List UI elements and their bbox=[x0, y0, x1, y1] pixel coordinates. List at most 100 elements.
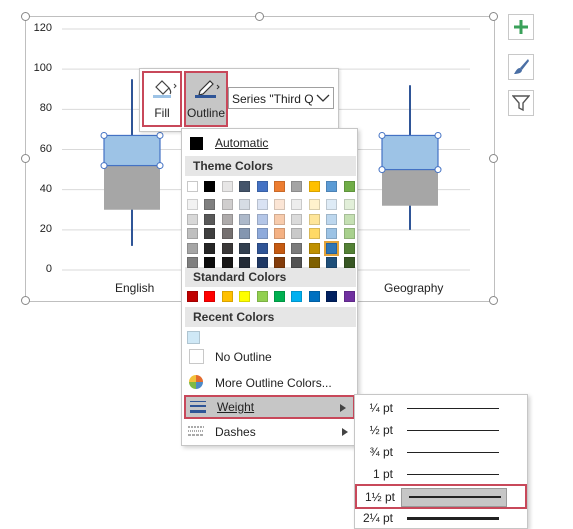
theme-color-swatch[interactable] bbox=[256, 228, 268, 239]
standard-color-swatch[interactable] bbox=[291, 291, 303, 302]
theme-color-swatch[interactable] bbox=[274, 181, 285, 192]
theme-color-swatch[interactable] bbox=[221, 242, 233, 254]
recent-color-swatch[interactable] bbox=[187, 331, 200, 344]
theme-color-swatch[interactable] bbox=[204, 213, 216, 225]
resize-handle-left[interactable] bbox=[21, 154, 30, 163]
theme-color-swatch[interactable] bbox=[326, 257, 338, 268]
theme-color-swatch[interactable] bbox=[343, 257, 355, 268]
box-upper-quartile bbox=[103, 134, 161, 167]
theme-color-swatch[interactable] bbox=[256, 199, 268, 210]
theme-color-swatch[interactable] bbox=[291, 257, 303, 268]
no-outline-icon bbox=[189, 349, 204, 364]
theme-color-swatch[interactable] bbox=[291, 242, 303, 254]
theme-color-swatch[interactable] bbox=[326, 199, 338, 210]
standard-color-swatch[interactable] bbox=[308, 291, 320, 302]
weight-option-selected[interactable]: 1½ pt bbox=[355, 484, 527, 509]
theme-color-swatch[interactable] bbox=[326, 213, 338, 225]
theme-color-swatch[interactable] bbox=[204, 199, 216, 210]
theme-color-swatch[interactable] bbox=[343, 228, 355, 239]
theme-color-swatch[interactable] bbox=[308, 213, 320, 225]
menu-item-more-outline-colors[interactable]: More Outline Colors... bbox=[182, 372, 357, 394]
theme-color-swatch[interactable] bbox=[239, 199, 251, 210]
standard-color-swatch[interactable] bbox=[274, 291, 285, 302]
standard-color-swatch[interactable] bbox=[204, 291, 216, 302]
standard-color-swatch[interactable] bbox=[239, 291, 251, 302]
theme-color-swatch[interactable] bbox=[291, 199, 303, 210]
theme-color-swatch[interactable] bbox=[221, 181, 233, 192]
resize-handle-top-right[interactable] bbox=[489, 12, 498, 21]
recent-colors-title: Recent Colors bbox=[193, 310, 275, 324]
chart-filters-button[interactable] bbox=[508, 90, 534, 116]
theme-color-swatch[interactable] bbox=[239, 242, 251, 254]
theme-color-swatch[interactable] bbox=[204, 181, 216, 192]
theme-color-swatch[interactable] bbox=[204, 242, 216, 254]
theme-color-swatch[interactable] bbox=[343, 242, 355, 254]
theme-color-swatch[interactable] bbox=[256, 213, 268, 225]
series-select[interactable]: Series "Third Q bbox=[228, 87, 334, 109]
resize-handle-right[interactable] bbox=[489, 154, 498, 163]
theme-color-swatch[interactable] bbox=[308, 181, 320, 192]
theme-color-swatch[interactable] bbox=[187, 199, 198, 210]
theme-color-swatch[interactable] bbox=[291, 213, 303, 225]
theme-color-swatch[interactable] bbox=[239, 257, 251, 268]
theme-color-swatch[interactable] bbox=[204, 228, 216, 239]
theme-color-swatch[interactable] bbox=[274, 213, 285, 225]
theme-color-swatch[interactable] bbox=[343, 213, 355, 225]
theme-color-swatch[interactable] bbox=[326, 181, 338, 192]
weight-option[interactable]: ¼ pt bbox=[355, 397, 527, 419]
menu-item-weight[interactable]: Weight bbox=[184, 395, 355, 419]
menu-item-no-outline[interactable]: No Outline bbox=[182, 346, 357, 368]
theme-color-swatch[interactable] bbox=[308, 228, 320, 239]
theme-color-swatch[interactable] bbox=[291, 181, 303, 192]
theme-color-swatch[interactable] bbox=[343, 199, 355, 210]
theme-color-swatch[interactable] bbox=[187, 242, 198, 254]
resize-handle-top-left[interactable] bbox=[21, 12, 30, 21]
theme-color-swatch[interactable] bbox=[326, 228, 338, 239]
fill-button[interactable]: Fill bbox=[142, 71, 182, 127]
theme-color-swatch[interactable] bbox=[221, 228, 233, 239]
theme-color-swatch[interactable] bbox=[274, 242, 285, 254]
standard-color-swatch[interactable] bbox=[343, 291, 355, 302]
theme-color-swatch[interactable] bbox=[239, 228, 251, 239]
theme-color-swatch[interactable] bbox=[256, 242, 268, 254]
theme-color-swatch[interactable] bbox=[274, 228, 285, 239]
standard-color-swatch[interactable] bbox=[326, 291, 338, 302]
standard-color-swatch[interactable] bbox=[256, 291, 268, 302]
theme-color-swatch[interactable] bbox=[221, 199, 233, 210]
theme-color-swatch[interactable] bbox=[291, 228, 303, 239]
menu-item-dashes[interactable]: Dashes bbox=[182, 421, 357, 443]
theme-color-swatch[interactable] bbox=[187, 213, 198, 225]
weight-option[interactable]: 1 pt bbox=[355, 463, 527, 485]
outline-label: Outline bbox=[186, 106, 226, 120]
theme-color-swatch[interactable] bbox=[308, 257, 320, 268]
theme-color-swatch[interactable] bbox=[308, 199, 320, 210]
resize-handle-bottom-right[interactable] bbox=[489, 296, 498, 305]
weight-option[interactable]: ¾ pt bbox=[355, 441, 527, 463]
outline-button[interactable]: Outline bbox=[184, 71, 228, 127]
selected-color-swatch[interactable] bbox=[324, 240, 340, 256]
theme-color-swatch[interactable] bbox=[343, 181, 355, 192]
theme-color-swatch[interactable] bbox=[187, 181, 198, 192]
theme-color-swatch[interactable] bbox=[308, 242, 320, 254]
theme-color-swatch[interactable] bbox=[256, 257, 268, 268]
theme-color-swatch[interactable] bbox=[221, 257, 233, 268]
resize-handle-bottom-left[interactable] bbox=[21, 296, 30, 305]
theme-color-swatch[interactable] bbox=[239, 213, 251, 225]
selection-point bbox=[434, 166, 442, 174]
theme-color-swatch[interactable] bbox=[274, 199, 285, 210]
theme-color-swatch[interactable] bbox=[256, 181, 268, 192]
theme-color-swatch[interactable] bbox=[187, 257, 198, 268]
theme-color-swatch[interactable] bbox=[187, 228, 198, 239]
standard-color-swatch[interactable] bbox=[221, 291, 233, 302]
weight-option[interactable]: ½ pt bbox=[355, 419, 527, 441]
standard-color-swatch[interactable] bbox=[187, 291, 198, 302]
theme-color-swatch[interactable] bbox=[221, 213, 233, 225]
theme-color-swatch[interactable] bbox=[204, 257, 216, 268]
theme-color-swatch[interactable] bbox=[239, 181, 251, 192]
chart-elements-button[interactable] bbox=[508, 14, 534, 40]
theme-color-swatch[interactable] bbox=[274, 257, 285, 268]
menu-item-automatic[interactable]: Automatic bbox=[182, 132, 357, 154]
weight-option[interactable]: 2¼ pt bbox=[355, 507, 527, 529]
chart-styles-button[interactable] bbox=[508, 54, 534, 80]
resize-handle-top[interactable] bbox=[255, 12, 264, 21]
